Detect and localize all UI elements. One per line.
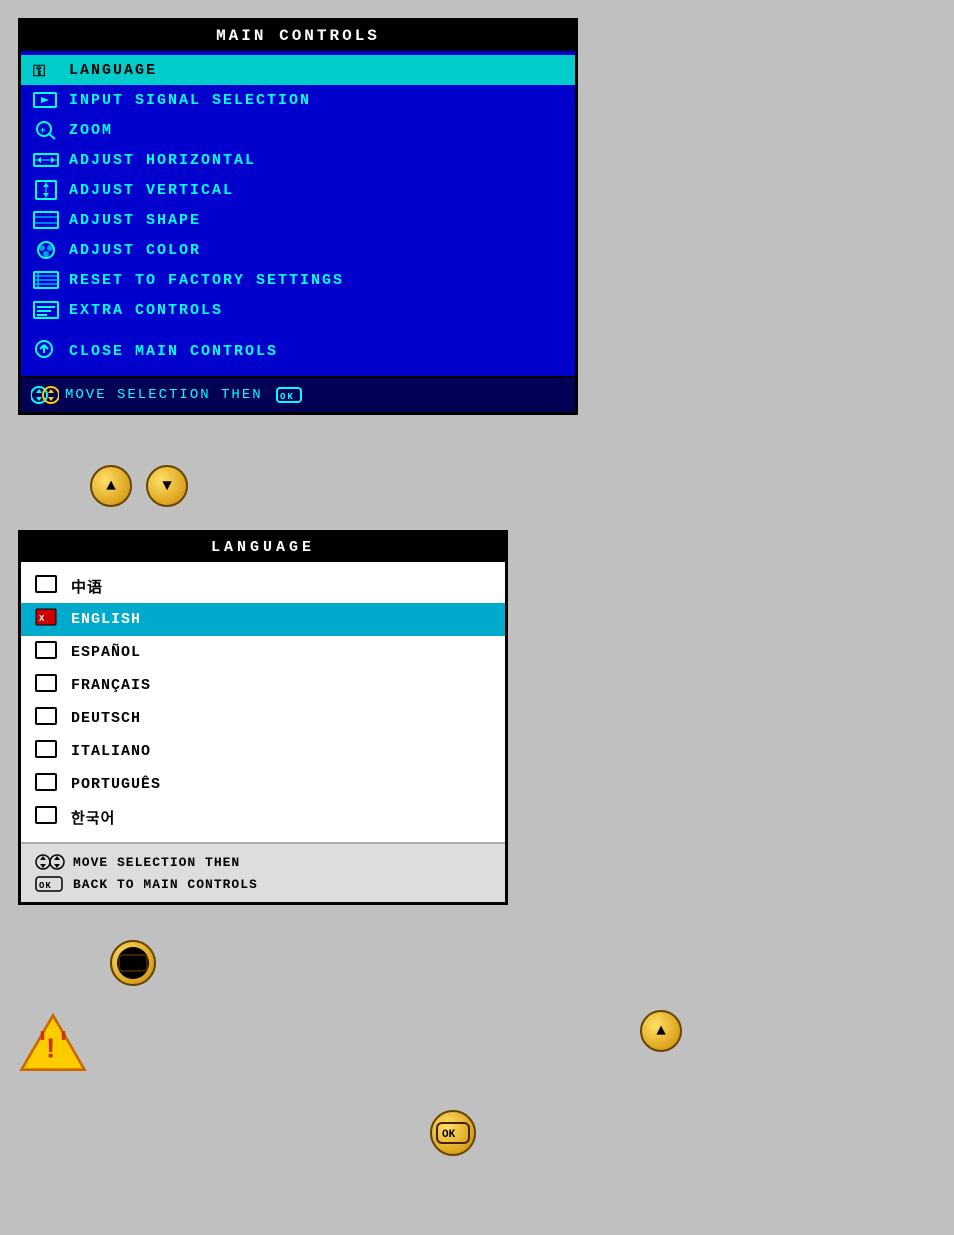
- reset-icon: [31, 270, 61, 290]
- warning-area: !: [18, 1010, 88, 1080]
- menu-item-adjust-shape[interactable]: ADJUST SHAPE: [21, 205, 575, 235]
- francais-icon: [35, 674, 61, 697]
- ok-button[interactable]: OK: [110, 940, 156, 986]
- up-arrow-br-area: ▲: [640, 1010, 682, 1052]
- close-main-controls[interactable]: CLOSE MAIN CONTROLS: [21, 331, 575, 372]
- lang-nav-icon: [35, 853, 67, 871]
- language-bottom-bar: MOVE SELECTION THEN OK BACK TO MAIN CONT…: [21, 842, 505, 902]
- up-arrow-br-button[interactable]: ▲: [640, 1010, 682, 1052]
- korean-icon: [35, 806, 61, 829]
- input-icon: [31, 90, 61, 110]
- menu-item-extra-controls[interactable]: EXTRA CONTROLS: [21, 295, 575, 325]
- menu-item-adjust-vertical[interactable]: ADJUST VERTICAL: [21, 175, 575, 205]
- menu-item-adjust-horizontal[interactable]: ADJUST HORIZONTAL: [21, 145, 575, 175]
- down-arrow-icon: ▼: [162, 477, 172, 495]
- lang-label-chinese: 中语: [71, 576, 103, 597]
- svg-text:OK: OK: [442, 1129, 456, 1141]
- svg-text:OK: OK: [123, 959, 137, 971]
- lang-bottom-line1: MOVE SELECTION THEN: [35, 851, 491, 873]
- nav-arrows-area: ▲ ▼: [90, 465, 188, 507]
- menu-label-shape: ADJUST SHAPE: [69, 212, 201, 229]
- bottom-bar-text: MOVE SELECTION THEN: [65, 387, 263, 403]
- lang-bottom-line2: OK BACK TO MAIN CONTROLS: [35, 873, 491, 895]
- main-controls-bottom-bar: MOVE SELECTION THEN OK: [21, 376, 575, 412]
- menu-label-extra: EXTRA CONTROLS: [69, 302, 223, 319]
- menu-item-reset-factory[interactable]: RESET TO FACTORY SETTINGS: [21, 265, 575, 295]
- lang-item-francais[interactable]: FRANÇAIS: [21, 669, 505, 702]
- chinese-icon: [35, 575, 61, 598]
- lang-label-deutsch: DEUTSCH: [71, 710, 141, 727]
- lang-label-francais: FRANÇAIS: [71, 677, 151, 694]
- menu-item-language[interactable]: ⚿ LANGUAGE: [21, 55, 575, 85]
- deutsch-icon: [35, 707, 61, 730]
- language-panel: LANGUAGE 中语 X ENGLISH: [18, 530, 508, 905]
- ok-icon: OK: [275, 385, 303, 405]
- lang-back-label: BACK TO MAIN CONTROLS: [73, 877, 258, 892]
- close-icon: [31, 339, 61, 364]
- lang-label-korean: 한국어: [71, 807, 115, 828]
- lang-item-deutsch[interactable]: DEUTSCH: [21, 702, 505, 735]
- portugues-icon: [35, 773, 61, 796]
- menu-item-zoom[interactable]: + ZOOM: [21, 115, 575, 145]
- lang-label-espanol: ESPAÑOL: [71, 644, 141, 661]
- menu-label-vertical: ADJUST VERTICAL: [69, 182, 234, 199]
- lang-item-portugues[interactable]: PORTUGUÊS: [21, 768, 505, 801]
- lang-move-selection-label: MOVE SELECTION THEN: [73, 855, 240, 870]
- menu-label-horizontal: ADJUST HORIZONTAL: [69, 152, 256, 169]
- svg-text:OK: OK: [39, 881, 52, 891]
- svg-text:+: +: [40, 126, 47, 136]
- english-icon: X: [35, 608, 61, 631]
- up-arrow-br-icon: ▲: [656, 1022, 666, 1040]
- menu-label-input: INPUT SIGNAL SELECTION: [69, 92, 311, 109]
- ok-btn-bottom-area: OK: [430, 1110, 476, 1156]
- lang-item-korean[interactable]: 한국어: [21, 801, 505, 834]
- main-menu-list: ⚿ LANGUAGE INPUT SIGNAL SELECTION +: [21, 51, 575, 376]
- warning-triangle-icon: !: [18, 1010, 88, 1075]
- vertical-icon: [31, 180, 61, 200]
- down-arrow-button[interactable]: ▼: [146, 465, 188, 507]
- svg-text:X: X: [39, 614, 45, 624]
- menu-label-language: LANGUAGE: [69, 62, 157, 79]
- svg-text:⚿: ⚿: [33, 63, 47, 80]
- shape-icon: [31, 210, 61, 230]
- lang-label-english: ENGLISH: [71, 611, 141, 628]
- svg-text:OK: OK: [280, 392, 295, 402]
- menu-label-zoom: ZOOM: [69, 122, 113, 139]
- ok-btn-bottom-icon: OK: [435, 1115, 471, 1151]
- up-down-circle-icon: [31, 385, 59, 405]
- lang-item-english[interactable]: X ENGLISH: [21, 603, 505, 636]
- lang-icon: ⚿: [31, 60, 61, 80]
- menu-item-input-signal[interactable]: INPUT SIGNAL SELECTION: [21, 85, 575, 115]
- lang-item-chinese[interactable]: 中语: [21, 570, 505, 603]
- menu-label-reset: RESET TO FACTORY SETTINGS: [69, 272, 344, 289]
- italiano-icon: [35, 740, 61, 763]
- svg-text:!: !: [46, 1032, 55, 1063]
- language-list: 中语 X ENGLISH ESPAÑOL: [21, 562, 505, 842]
- lang-ok-back-icon: OK: [35, 875, 63, 893]
- lang-label-italiano: ITALIANO: [71, 743, 151, 760]
- menu-item-adjust-color[interactable]: ADJUST COLOR: [21, 235, 575, 265]
- up-arrow-button[interactable]: ▲: [90, 465, 132, 507]
- main-controls-title: MAIN CONTROLS: [21, 21, 575, 51]
- up-arrow-icon: ▲: [106, 477, 116, 495]
- ok-button-area: OK: [110, 940, 156, 986]
- language-panel-title: LANGUAGE: [21, 533, 505, 562]
- menu-label-color: ADJUST COLOR: [69, 242, 201, 259]
- lang-item-italiano[interactable]: ITALIANO: [21, 735, 505, 768]
- lang-label-portugues: PORTUGUÊS: [71, 776, 161, 793]
- horizontal-icon: [31, 150, 61, 170]
- zoom-icon: +: [31, 120, 61, 140]
- main-controls-panel: MAIN CONTROLS ⚿ LANGUAGE INPUT SIGNAL SE…: [18, 18, 578, 415]
- ok-btn-bottom-button[interactable]: OK: [430, 1110, 476, 1156]
- lang-item-espanol[interactable]: ESPAÑOL: [21, 636, 505, 669]
- close-label: CLOSE MAIN CONTROLS: [69, 343, 278, 360]
- espanol-icon: [35, 641, 61, 664]
- color-icon: [31, 240, 61, 260]
- extra-icon: [31, 300, 61, 320]
- ok-button-icon: OK: [115, 945, 151, 981]
